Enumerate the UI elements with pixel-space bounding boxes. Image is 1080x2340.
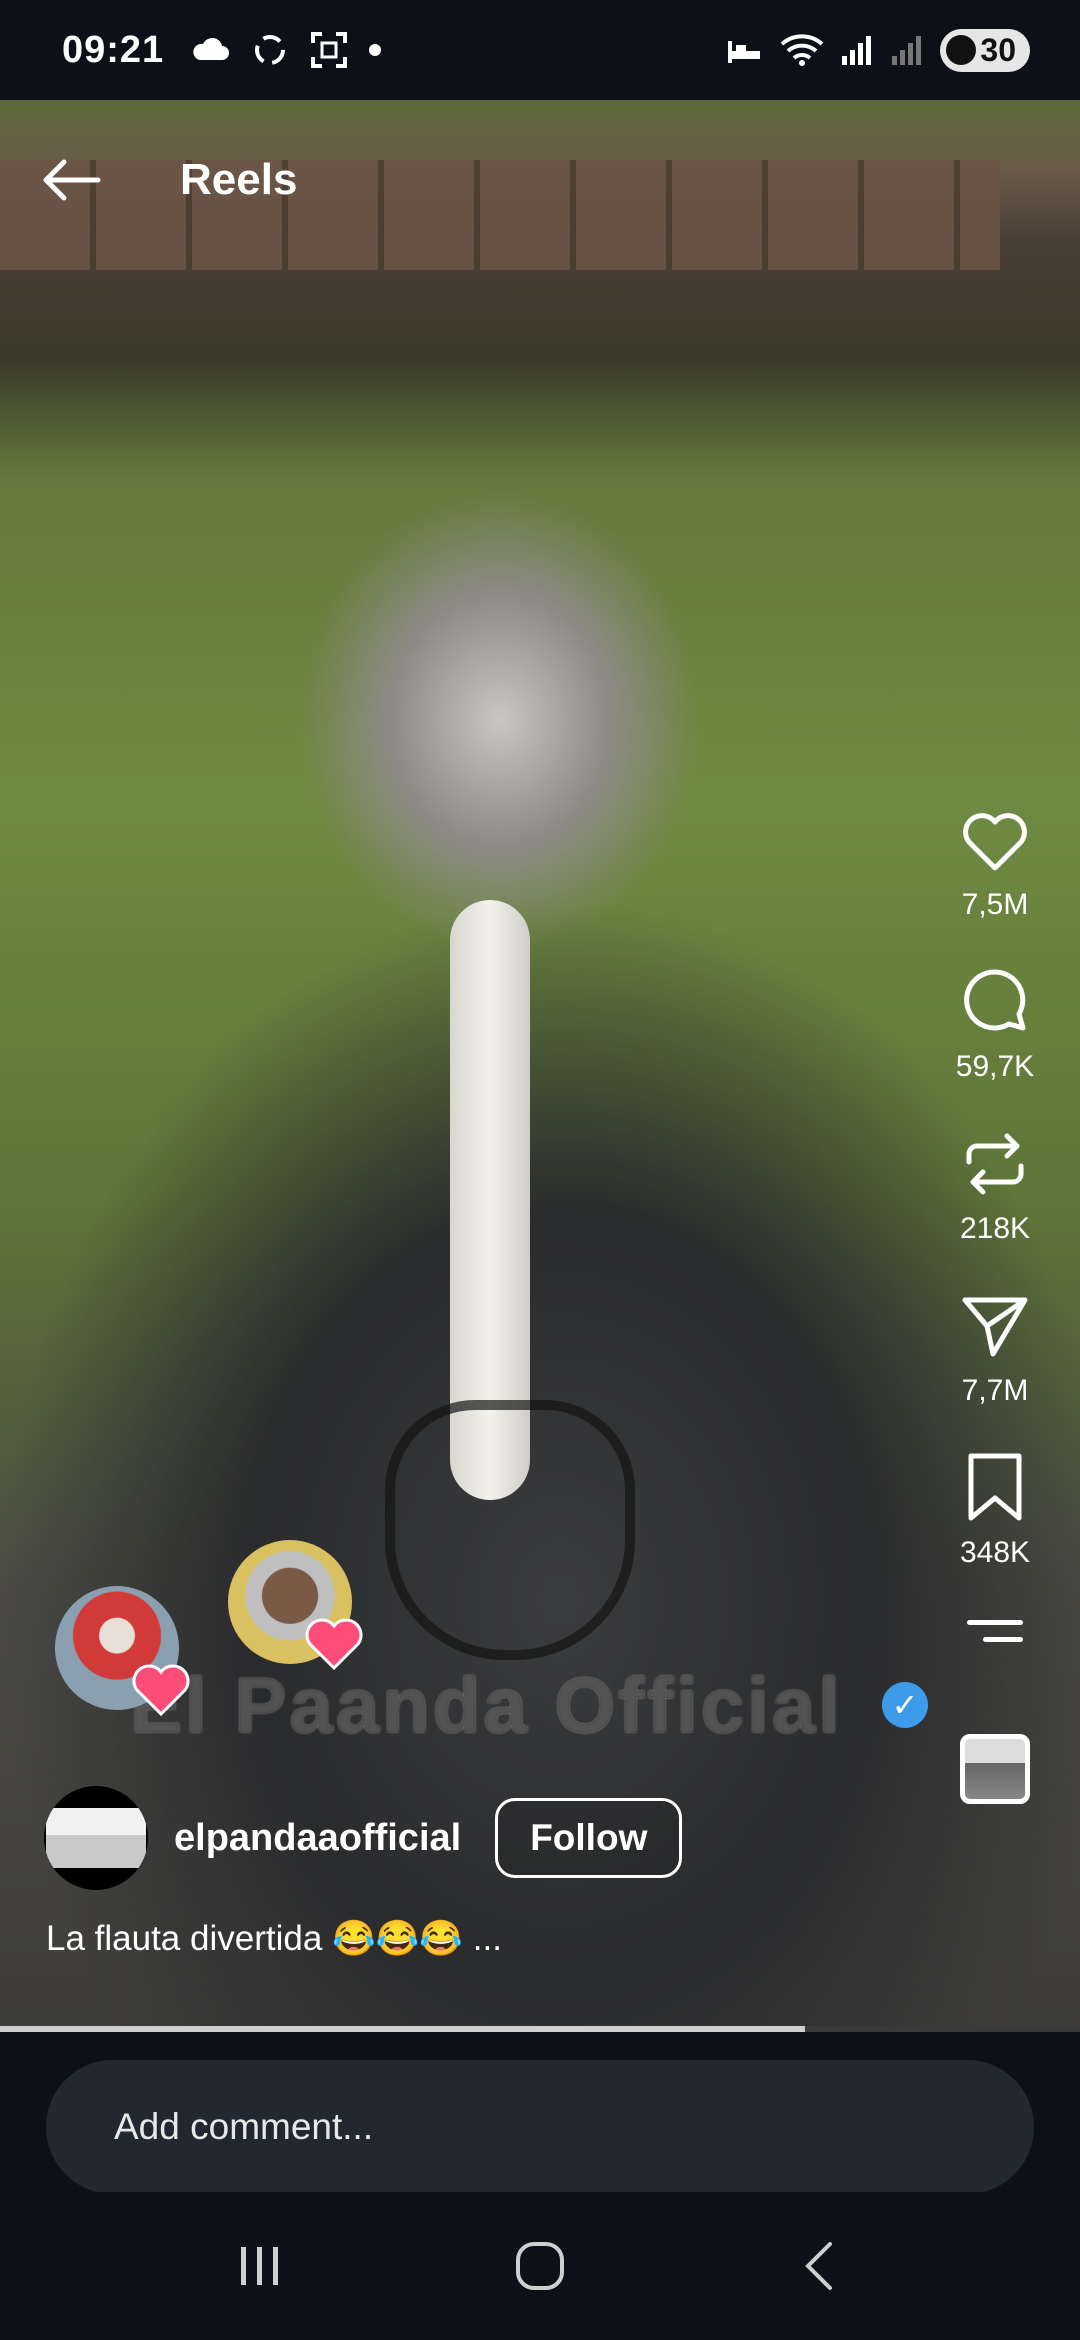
- system-nav-bar: [0, 2192, 1080, 2340]
- dot-icon: [369, 44, 382, 56]
- audio-thumbnail[interactable]: [960, 1734, 1030, 1804]
- status-icons-right: 30: [724, 28, 1030, 72]
- comment-icon: [964, 969, 1026, 1031]
- signal-icon: [842, 36, 872, 65]
- back-chevron-icon: [805, 2242, 832, 2290]
- watermark-text: El Paanda Official: [130, 1661, 843, 1749]
- comment-count: 59,7K: [955, 1050, 1035, 1083]
- more-line-icon: [983, 1637, 1023, 1642]
- video-progress-fill: [0, 2026, 805, 2032]
- signal-weak-icon: [892, 36, 922, 65]
- more-options-button[interactable]: [967, 1620, 1023, 1642]
- caption-text: La flauta divertida 😂😂😂: [46, 1919, 463, 1958]
- recents-icon: [241, 2247, 278, 2285]
- bookmark-icon: [968, 1453, 1022, 1521]
- sync-icon: [255, 35, 286, 65]
- back-arrow-icon: [43, 159, 101, 201]
- comment-input[interactable]: Add comment...: [46, 2060, 1034, 2194]
- back-nav-button[interactable]: [775, 2221, 865, 2311]
- save-count: 348K: [959, 1536, 1031, 1569]
- more-line-icon: [967, 1620, 1023, 1625]
- follow-button[interactable]: Follow: [495, 1798, 683, 1878]
- scan-icon: [311, 32, 348, 68]
- save-button[interactable]: 348K: [955, 1448, 1035, 1570]
- video-progress-track[interactable]: [0, 2026, 1080, 2032]
- repost-count: 218K: [959, 1212, 1031, 1245]
- heart-badge-icon: [304, 1618, 364, 1670]
- wifi-icon: [781, 34, 824, 66]
- share-button[interactable]: 7,7M: [955, 1286, 1035, 1408]
- status-icons-left: [190, 30, 382, 70]
- avatar-image: [46, 1808, 146, 1868]
- top-nav: Reels: [0, 140, 297, 220]
- share-count: 7,7M: [961, 1374, 1029, 1407]
- panda-watermark-logo: [385, 1400, 635, 1660]
- battery-indicator: 30: [940, 28, 1030, 72]
- reel-video[interactable]: El Paanda Official ✓: [0, 100, 1080, 2030]
- home-button[interactable]: [495, 2221, 585, 2311]
- recents-button[interactable]: [215, 2221, 305, 2311]
- status-bar: 09:21 30: [0, 0, 1080, 100]
- caption[interactable]: La flauta divertida 😂😂😂 ...: [46, 1918, 502, 1959]
- like-count: 7,5M: [961, 888, 1029, 921]
- battery-level: 30: [980, 31, 1016, 68]
- send-icon: [962, 1297, 1028, 1357]
- sleep-icon: [728, 41, 761, 63]
- repost-icon: [966, 1133, 1024, 1195]
- liker-avatar-1[interactable]: [55, 1586, 190, 1716]
- page-title: Reels: [180, 155, 298, 204]
- heart-icon: [963, 813, 1027, 871]
- like-button[interactable]: 7,5M: [955, 800, 1035, 922]
- author-row: elpandaaofficial Follow: [44, 1786, 683, 1890]
- author-avatar[interactable]: [44, 1786, 148, 1890]
- status-time: 09:21: [62, 28, 165, 71]
- caption-more[interactable]: ...: [473, 1919, 502, 1959]
- verified-badge-icon: ✓: [882, 1682, 928, 1728]
- comment-area: Add comment...: [0, 2032, 1080, 2194]
- back-button[interactable]: [34, 144, 106, 216]
- heart-badge-icon: [131, 1664, 191, 1716]
- reel-actions: 7,5M 59,7K 218K 7,7M 348K: [940, 800, 1050, 1804]
- author-username[interactable]: elpandaaofficial: [174, 1817, 461, 1860]
- home-icon: [516, 2242, 564, 2290]
- repost-button[interactable]: 218K: [955, 1124, 1035, 1246]
- liker-avatar-2[interactable]: [228, 1540, 363, 1670]
- comment-button[interactable]: 59,7K: [955, 962, 1035, 1084]
- battery-saver-icon: [946, 35, 977, 65]
- cloud-icon: [193, 37, 230, 60]
